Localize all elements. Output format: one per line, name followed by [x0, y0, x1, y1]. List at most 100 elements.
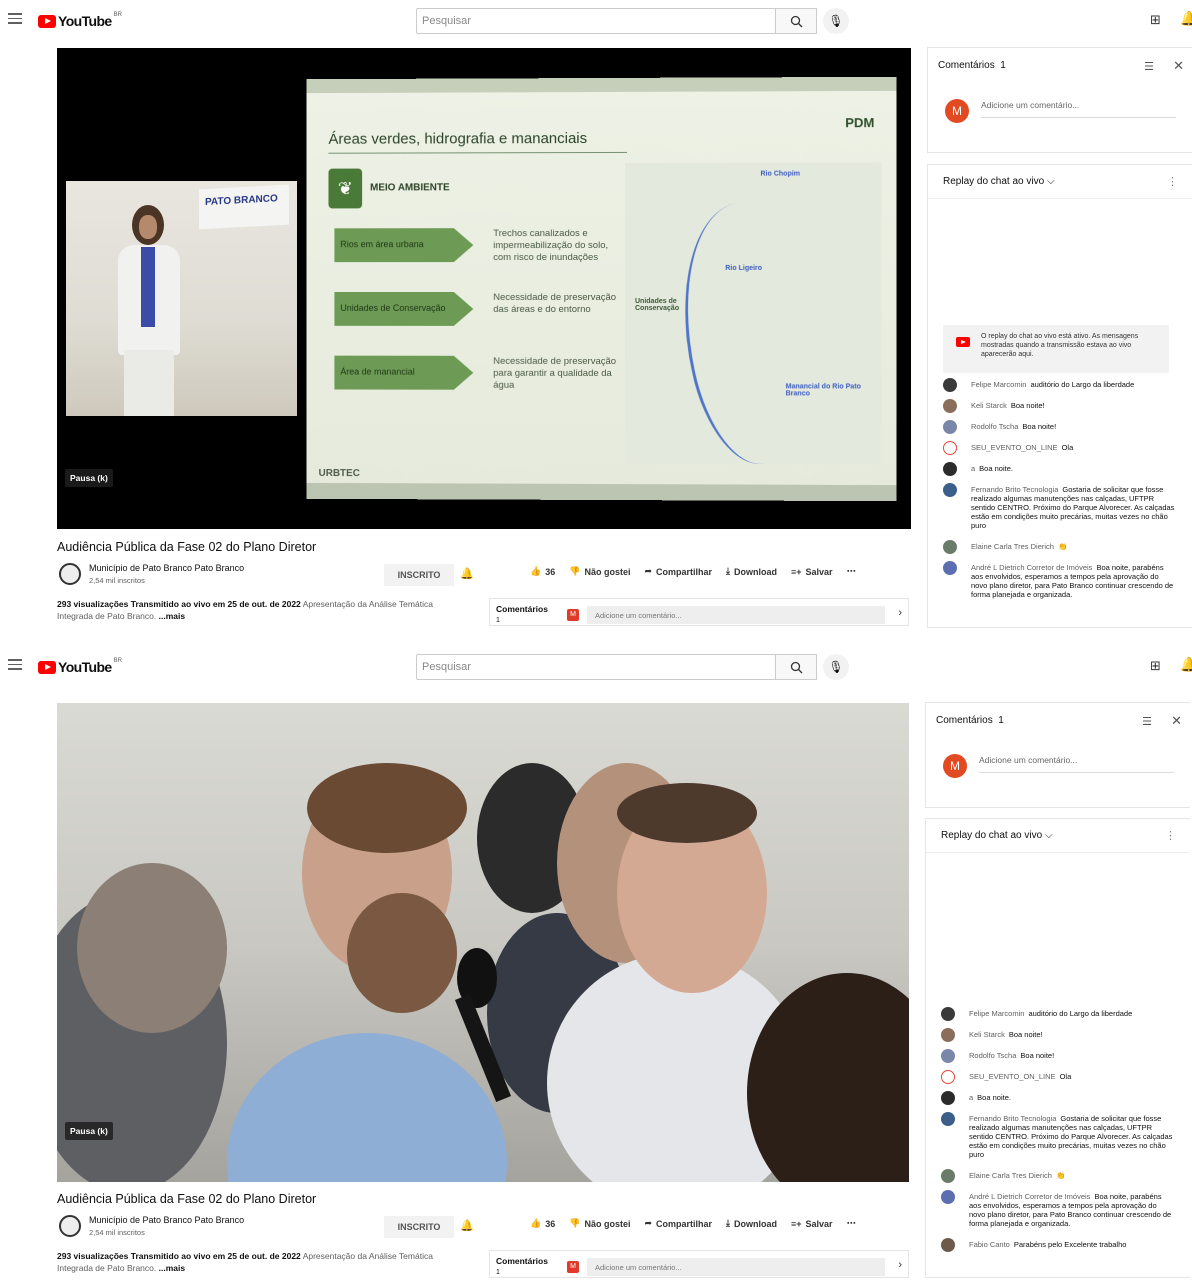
sort-icon[interactable]: ☰ [1142, 715, 1152, 728]
notifications-icon[interactable]: 🔔 [1180, 656, 1192, 673]
download-icon: ⤓ [726, 566, 731, 576]
more-icon[interactable]: ⋯ [847, 566, 856, 577]
screenshot-bottom: YouTube BR Pesquisar 🎙 ⊞ 🔔 Pausa (k) Aud… [0, 646, 1192, 1283]
chat-message: Rodolfo Tscha Boa noite! [943, 420, 1175, 434]
audience-scene [57, 703, 909, 1182]
comment-input[interactable]: Adicione um comentário... [587, 606, 885, 624]
presentation-slide: Áreas verdes, hidrografia e mananciais P… [306, 76, 897, 502]
playlist-add-icon: ≡+ [791, 1218, 802, 1229]
notifications-icon[interactable]: 🔔 [1180, 10, 1192, 27]
menu-icon[interactable] [8, 659, 22, 671]
share-button[interactable]: ➦ Compartilhar [644, 1218, 712, 1229]
chevron-right-icon: › [898, 1259, 902, 1271]
chat-mode-dropdown[interactable]: Replay do chat ao vivo ⌵ [943, 176, 1055, 187]
more-vert-icon[interactable]: ⋮ [1167, 175, 1178, 188]
chat-message: Fabio Canto Parabéns pelo Excelente traba… [941, 1238, 1173, 1252]
download-icon: ⤓ [726, 1218, 731, 1228]
more-icon[interactable]: ⋯ [847, 1218, 856, 1229]
user-avatar: M [945, 99, 969, 123]
slide-map: Rio Chopim Rio Ligeiro Unidades de Conse… [625, 162, 882, 475]
chevron-right-icon: › [898, 607, 902, 619]
chat-message: Elaine Carla Tres Dierich 👏 [943, 540, 1175, 554]
action-bar: 👍 36 👎 Não gostei ➦ Compartilhar ⤓ Download … [530, 566, 856, 577]
youtube-logo[interactable]: YouTube BR [38, 12, 122, 30]
youtube-play-icon [38, 14, 56, 28]
bell-icon[interactable]: 🔔 [460, 1219, 474, 1232]
chat-message: SEU_EVENTO_ON_LINE Ola [943, 441, 1175, 455]
top-bar: YouTube BR Pesquisar 🎙 ⊞ 🔔 [0, 646, 1192, 690]
slide-title: Áreas verdes, hidrografia e mananciais [328, 130, 588, 148]
download-button[interactable]: ⤓ Download [726, 1218, 777, 1229]
create-icon[interactable]: ⊞ [1150, 12, 1161, 28]
video-title: Audiência Pública da Fase 02 do Plano Di… [57, 540, 317, 554]
share-button[interactable]: ➦ Compartilhar [644, 566, 712, 577]
search-input[interactable]: Pesquisar [416, 8, 776, 34]
close-icon[interactable]: ✕ [1171, 713, 1182, 729]
channel-name[interactable]: Município de Pato Branco Pato Branco [89, 563, 244, 573]
sort-icon[interactable]: ☰ [1144, 60, 1154, 73]
youtube-logo[interactable]: YouTube BR [38, 658, 122, 676]
chat-mode-dropdown[interactable]: Replay do chat ao vivo ⌵ [941, 830, 1053, 841]
menu-icon[interactable] [8, 13, 22, 25]
slide-row: Rios em área urbana Trechos canalizados e… [334, 228, 623, 263]
chat-message: Elaine Carla Tres Dierich 👏 [941, 1169, 1173, 1183]
search-button[interactable] [775, 654, 817, 680]
video-player[interactable]: PATO BRANCO Áreas verdes, hidrografia e … [57, 48, 911, 529]
channel-avatar[interactable] [59, 563, 81, 585]
search-icon [790, 15, 802, 27]
comments-teaser[interactable]: Comentários 1 M Adicione um comentário..… [489, 1250, 909, 1278]
chat-message: André L Dietrich Corretor de Imóveis Boa … [941, 1190, 1173, 1228]
chat-message: a Boa noite. [941, 1091, 1173, 1105]
video-player[interactable]: Pausa (k) [57, 703, 909, 1182]
chat-message: Fernando Brito Tecnologia Gostaria de sol… [943, 483, 1175, 530]
search-input[interactable]: Pesquisar [416, 654, 776, 680]
screenshot-top: YouTube BR Pesquisar 🎙 ⊞ 🔔 PATO BRANCO Á… [0, 0, 1192, 637]
subscribe-button[interactable]: INSCRITO [384, 564, 454, 586]
channel-avatar[interactable] [59, 1215, 81, 1237]
description[interactable]: 293 visualizações Transmitido ao vivo em… [57, 598, 477, 622]
subscriber-count: 2,54 mil inscritos [89, 1228, 145, 1237]
download-button[interactable]: ⤓ Download [726, 566, 777, 577]
search-icon [790, 661, 802, 673]
chat-message: Keli Starck Boa noite! [943, 399, 1175, 413]
live-chat-replay: Replay do chat ao vivo ⌵ ⋮ Felipe Marcom… [925, 818, 1190, 1278]
share-icon: ➦ [644, 1218, 653, 1228]
chat-messages: Felipe Marcomin auditório do Largo da lib… [943, 378, 1175, 611]
chat-message: a Boa noite. [943, 462, 1175, 476]
subscribe-button[interactable]: INSCRITO [384, 1216, 454, 1238]
bell-icon[interactable]: 🔔 [460, 567, 474, 580]
close-icon[interactable]: ✕ [1173, 58, 1184, 74]
create-icon[interactable]: ⊞ [1150, 658, 1161, 674]
leaf-icon: ❦ [328, 168, 363, 209]
user-avatar: M [567, 609, 579, 621]
like-button[interactable]: 👍 36 [530, 566, 555, 577]
chat-message: Felipe Marcomin auditório do Largo da lib… [941, 1007, 1173, 1021]
mic-icon[interactable]: 🎙 [823, 8, 849, 34]
top-bar: YouTube BR Pesquisar 🎙 ⊞ 🔔 [0, 0, 1192, 44]
more-vert-icon[interactable]: ⋮ [1165, 829, 1176, 842]
chat-replay-notice: O replay do chat ao vivo está ativo. As … [943, 325, 1169, 373]
channel-name[interactable]: Município de Pato Branco Pato Branco [89, 1215, 244, 1225]
comment-input[interactable]: Adicione um comentário... [587, 1258, 885, 1276]
comment-input[interactable]: Adicione um comentário... [979, 755, 1174, 773]
chat-message: SEU_EVENTO_ON_LINE Ola [941, 1070, 1173, 1084]
search-button[interactable] [775, 8, 817, 34]
like-button[interactable]: 👍 36 [530, 1218, 555, 1229]
description[interactable]: 293 visualizações Transmitido ao vivo em… [57, 1250, 477, 1274]
save-button[interactable]: ≡+ Salvar [791, 566, 833, 577]
chat-messages: Felipe Marcomin auditório do Largo da lib… [941, 1007, 1173, 1261]
comment-input[interactable]: Adicione um comentário... [981, 100, 1176, 118]
chat-message: Rodolfo Tscha Boa noite! [941, 1049, 1173, 1063]
dislike-button[interactable]: 👎 Não gostei [569, 1218, 630, 1229]
chat-message: Felipe Marcomin auditório do Largo da lib… [943, 378, 1175, 392]
thumbs-up-icon: 👍 [530, 1218, 542, 1228]
pause-tooltip: Pausa (k) [65, 1122, 113, 1140]
live-chat-replay: Replay do chat ao vivo ⌵ ⋮ O replay do c… [927, 164, 1192, 628]
comments-teaser[interactable]: Comentários 1 M Adicione um comentário..… [489, 598, 909, 626]
comments-panel: Comentários 1 ☰ ✕ M Adicione um comentár… [925, 702, 1190, 808]
dislike-button[interactable]: 👎 Não gostei [569, 566, 630, 577]
pause-tooltip: Pausa (k) [65, 469, 113, 487]
save-button[interactable]: ≡+ Salvar [791, 1218, 833, 1229]
mic-icon[interactable]: 🎙 [823, 654, 849, 680]
user-avatar: M [943, 754, 967, 778]
